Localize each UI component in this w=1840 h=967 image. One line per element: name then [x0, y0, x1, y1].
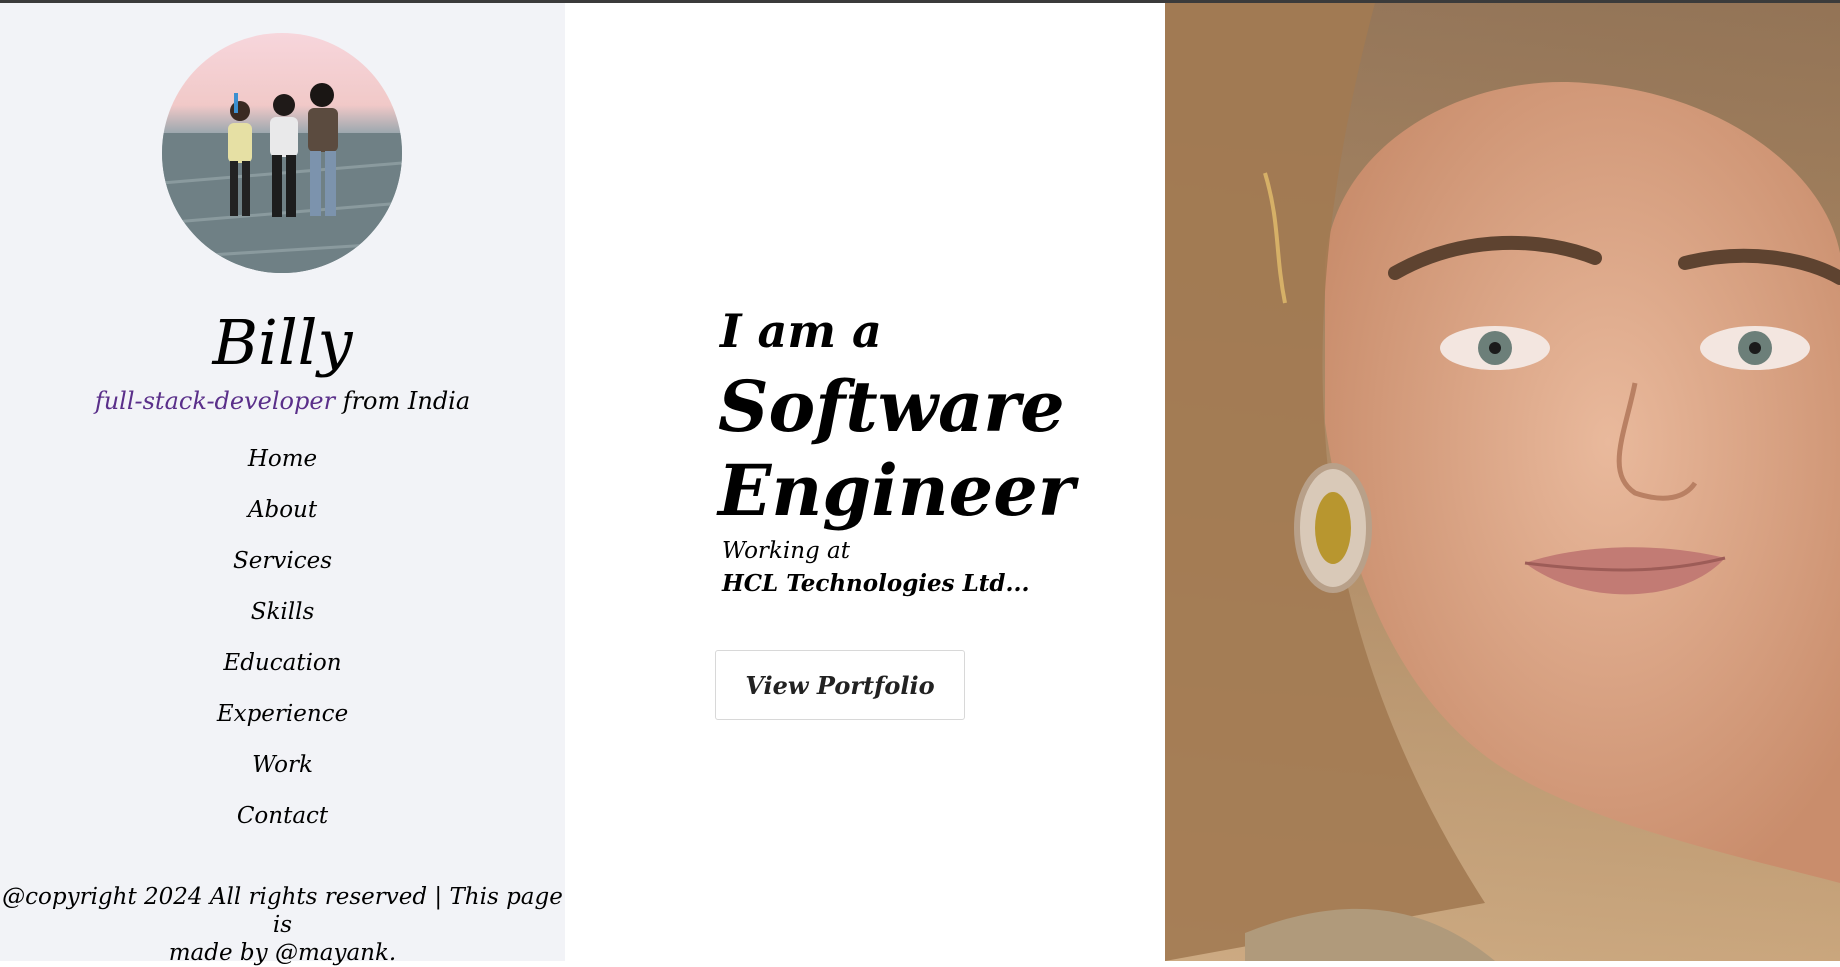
copyright: @copyright 2024 All rights reserved | Th… — [0, 883, 565, 967]
hero-title: Software Engineer — [718, 365, 1075, 533]
hero-title-line-2: Engineer — [718, 449, 1075, 532]
nav-item-contact[interactable]: Contact — [0, 796, 565, 847]
nav-item-work[interactable]: Work — [0, 745, 565, 796]
portrait-photo — [1165, 3, 1840, 961]
working-at-label: Working at — [722, 538, 851, 564]
avatar-image — [162, 33, 402, 273]
hero-title-line-1: Software — [718, 365, 1065, 448]
profile-avatar — [162, 33, 402, 273]
profile-role[interactable]: full-stack-developer — [95, 387, 335, 415]
nav-item-experience[interactable]: Experience — [0, 694, 565, 745]
nav-item-services[interactable]: Services — [0, 541, 565, 592]
profile-name: Billy — [212, 306, 353, 379]
view-portfolio-button[interactable]: View Portfolio — [715, 650, 965, 720]
nav-item-skills[interactable]: Skills — [0, 592, 565, 643]
nav-item-about[interactable]: About — [0, 490, 565, 541]
sidebar: Billy full-stack-developer from India Ho… — [0, 3, 565, 966]
hero-intro: I am a — [720, 304, 882, 358]
company-name: HCL Technologies Ltd... — [722, 570, 1030, 597]
main-nav: Home About Services Skills Education Exp… — [0, 439, 565, 847]
hero-section: I am a Software Engineer Working at HCL … — [565, 3, 1165, 961]
copyright-line-2: made by @mayank. — [168, 940, 397, 966]
portrait-image — [1165, 3, 1840, 961]
nav-item-home[interactable]: Home — [0, 439, 565, 490]
profile-location: from India — [342, 387, 471, 415]
copyright-line-1: @copyright 2024 All rights reserved | Th… — [2, 884, 563, 938]
profile-tagline: full-stack-developer from India — [0, 385, 565, 417]
nav-item-education[interactable]: Education — [0, 643, 565, 694]
